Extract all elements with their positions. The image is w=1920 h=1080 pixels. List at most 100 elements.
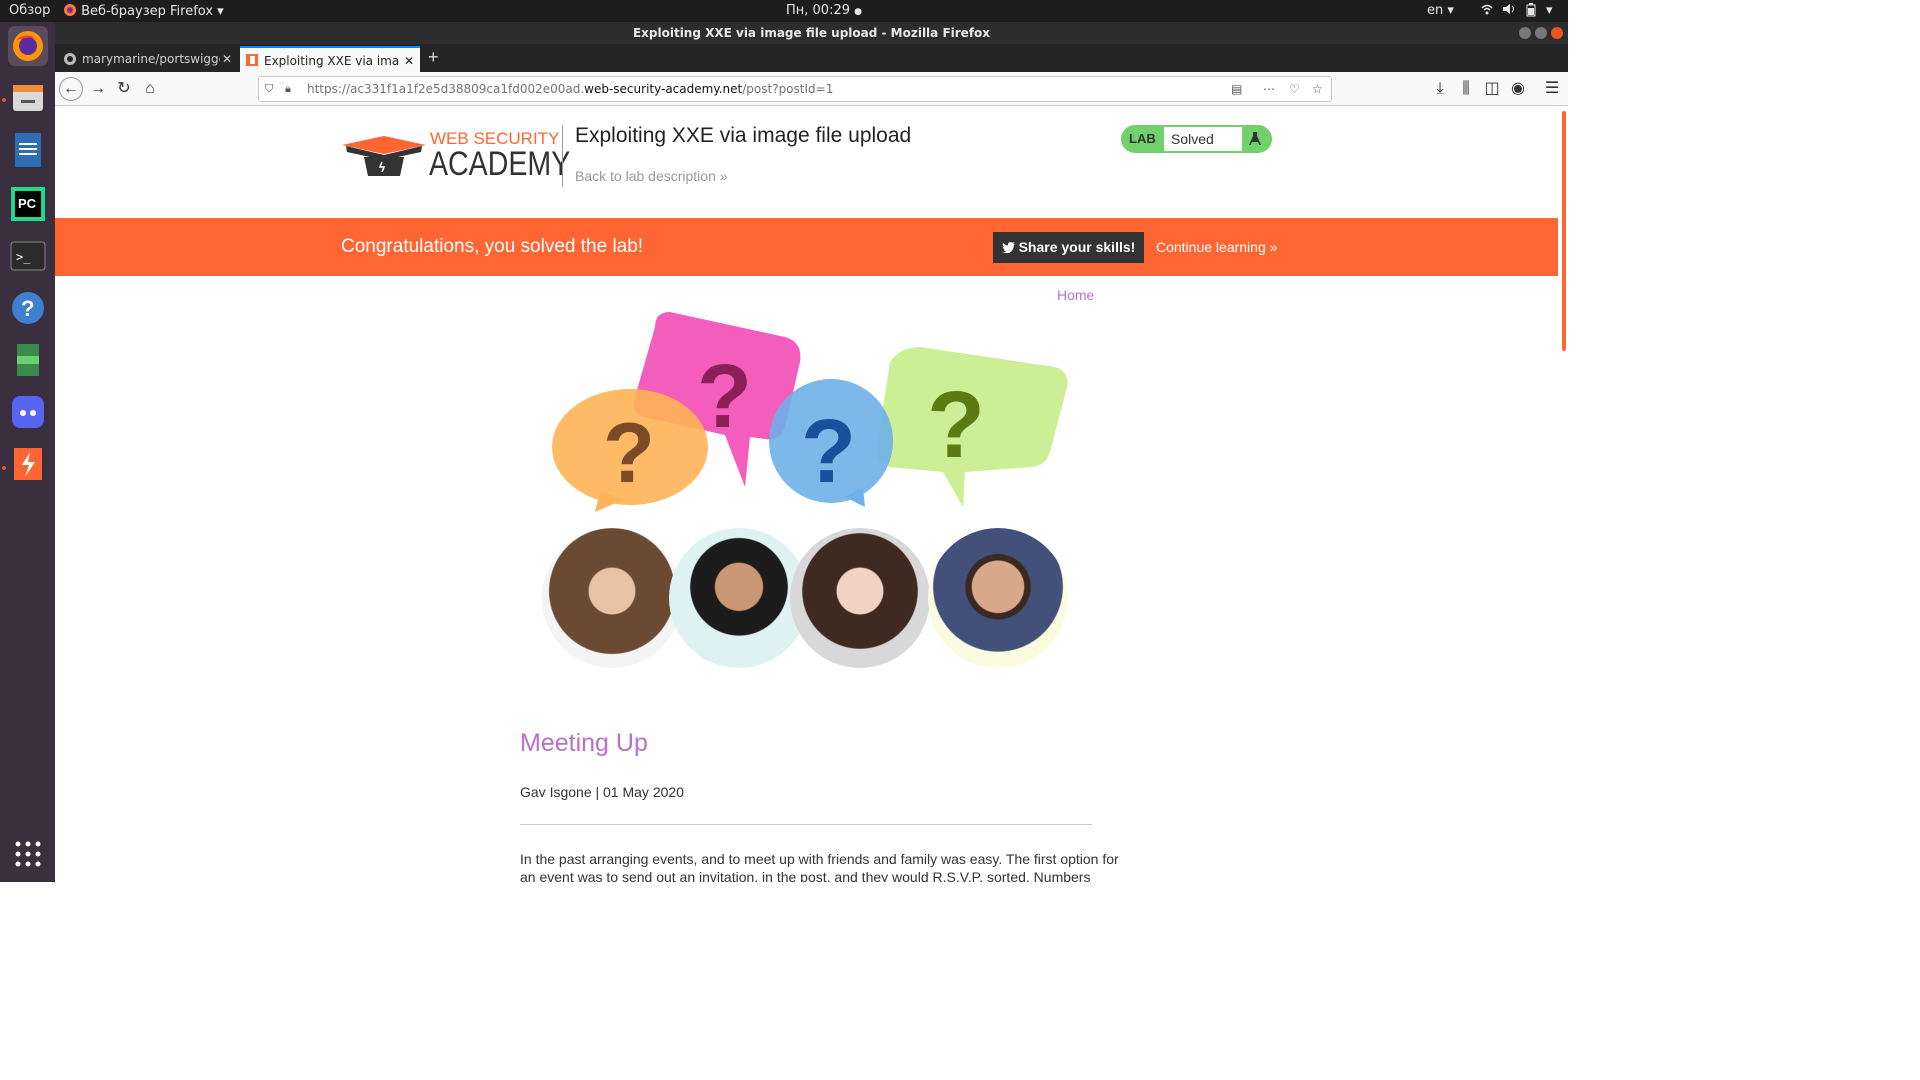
url-bar[interactable]: ⛉ 🔒︎ https://ac331f1a1f2e5d38809ca1fd002… bbox=[258, 76, 1332, 102]
continue-learning-link[interactable]: Continue learning » bbox=[1156, 239, 1277, 255]
post-divider bbox=[520, 824, 1092, 825]
svg-text:?: ? bbox=[603, 406, 655, 501]
page-actions-icon[interactable]: ⋯ bbox=[1263, 77, 1275, 101]
double-chevron-icon: » bbox=[1269, 239, 1278, 255]
downloads-icon[interactable]: ⤓ bbox=[1429, 78, 1451, 100]
back-to-lab-label: Back to lab description bbox=[575, 168, 716, 184]
close-window-button[interactable] bbox=[1551, 27, 1563, 39]
continue-learning-label: Continue learning bbox=[1156, 239, 1266, 255]
graduation-cap-icon bbox=[342, 136, 426, 176]
svg-text:?: ? bbox=[927, 372, 985, 478]
lab-status: Solved bbox=[1164, 127, 1242, 151]
double-chevron-icon: » bbox=[719, 168, 728, 184]
academy-header: WEB SECURITY ACADEMY Exploiting XXE via … bbox=[55, 107, 1558, 218]
language-indicator[interactable]: en ▾ bbox=[1427, 3, 1454, 18]
running-indicator bbox=[2, 98, 6, 102]
launcher-dock: PC >_ ? bbox=[0, 22, 55, 882]
writer-launcher-icon[interactable] bbox=[8, 130, 48, 170]
home-button[interactable]: ⌂ bbox=[139, 78, 161, 100]
sidebar-icon[interactable]: ◫ bbox=[1481, 78, 1503, 100]
share-skills-label: Share your skills! bbox=[1018, 239, 1136, 255]
home-link[interactable]: Home bbox=[1057, 287, 1094, 303]
burp-launcher-icon[interactable] bbox=[8, 444, 48, 484]
svg-text:>_: >_ bbox=[16, 250, 31, 264]
academy-logo[interactable]: WEB SECURITY ACADEMY bbox=[342, 127, 570, 183]
navigation-toolbar: ← → ↻ ⌂ ⛉ 🔒︎ https://ac331f1a1f2e5d38809… bbox=[55, 72, 1568, 106]
browser-window: Exploiting XXE via image file upload - M… bbox=[55, 22, 1568, 882]
url-path: /post?postId=1 bbox=[742, 82, 834, 96]
url-prefix: https://ac331f1a1f2e5d38809ca1fd002e00ad… bbox=[307, 82, 585, 96]
chevron-down-icon: ▾ bbox=[217, 4, 224, 19]
post-body-line-2: an event was to send out an invitation, … bbox=[520, 869, 1091, 882]
back-button[interactable]: ← bbox=[59, 77, 83, 101]
back-to-lab-link[interactable]: Back to lab description » bbox=[575, 168, 728, 184]
firefox-launcher-icon[interactable] bbox=[8, 26, 48, 66]
person-photo-1 bbox=[542, 528, 682, 668]
flask-icon bbox=[1249, 132, 1261, 145]
scrollbar-thumb[interactable] bbox=[1562, 111, 1566, 351]
activities-button[interactable]: Обзор bbox=[9, 3, 50, 18]
clock-text: Пн, 00:29 bbox=[786, 3, 851, 18]
show-apps-icon[interactable] bbox=[8, 834, 48, 874]
reload-button[interactable]: ↻ bbox=[113, 78, 135, 100]
post-hero-image: ? ? ? ? bbox=[542, 307, 1075, 687]
maximize-button[interactable] bbox=[1535, 27, 1547, 39]
window-titlebar: Exploiting XXE via image file upload - M… bbox=[55, 22, 1568, 44]
system-menu-icon[interactable]: ▾ bbox=[1546, 3, 1553, 18]
pycharm-launcher-icon[interactable]: PC bbox=[8, 184, 48, 224]
tab-label: Exploiting XXE via image file upload bbox=[264, 54, 400, 68]
new-tab-button[interactable]: + bbox=[428, 47, 439, 68]
svg-text:?: ? bbox=[801, 402, 856, 502]
running-indicator bbox=[2, 466, 6, 470]
congrats-message: Congratulations, you solved the lab! bbox=[341, 236, 644, 257]
post-author-date: Gav Isgone | 01 May 2020 bbox=[520, 784, 684, 800]
logo-bottom-text: ACADEMY bbox=[429, 145, 571, 183]
library-icon[interactable]: ⫼ bbox=[1455, 78, 1477, 100]
close-tab-icon[interactable]: ✕ bbox=[222, 46, 232, 72]
solved-banner: Congratulations, you solved the lab! Sha… bbox=[55, 218, 1558, 276]
header-divider bbox=[562, 125, 563, 187]
lab-title: Exploiting XXE via image file upload bbox=[575, 124, 912, 147]
github-icon bbox=[64, 53, 76, 65]
svg-text:PC: PC bbox=[18, 196, 37, 211]
tracking-shield-icon[interactable]: ⛉ bbox=[265, 77, 273, 101]
notes-launcher-icon[interactable] bbox=[8, 340, 48, 380]
firefox-small-icon bbox=[64, 4, 76, 16]
tab-github[interactable]: marymarine/portswigger ✕ bbox=[58, 46, 236, 72]
academy-favicon-icon bbox=[246, 54, 258, 66]
app-menu[interactable]: Веб-браузер Firefox ▾ bbox=[63, 3, 224, 19]
lock-icon[interactable]: 🔒︎ bbox=[285, 77, 291, 101]
os-top-bar: Обзор Веб-браузер Firefox ▾ Пн, 00:29 ● … bbox=[0, 0, 1568, 22]
language-label: en bbox=[1427, 3, 1444, 18]
reader-view-icon[interactable]: ▤ bbox=[1231, 77, 1242, 101]
minimize-button[interactable] bbox=[1519, 27, 1531, 39]
volume-icon[interactable] bbox=[1502, 3, 1516, 19]
page-content: WEB SECURITY ACADEMY Exploiting XXE via … bbox=[55, 107, 1568, 882]
wifi-icon[interactable] bbox=[1481, 3, 1493, 19]
post-title: Meeting Up bbox=[520, 729, 648, 757]
person-photo-4 bbox=[928, 528, 1068, 668]
pocket-icon[interactable]: ♡ bbox=[1289, 77, 1300, 101]
url-domain: web-security-academy.net bbox=[584, 82, 743, 96]
app-menu-label: Веб-браузер Firefox bbox=[81, 4, 214, 19]
share-skills-button[interactable]: Share your skills! bbox=[993, 232, 1144, 263]
post-body-line-1: In the past arranging events, and to mee… bbox=[520, 851, 1119, 867]
files-launcher-icon[interactable] bbox=[8, 78, 48, 118]
bookmark-star-icon[interactable]: ☆ bbox=[1312, 77, 1323, 101]
help-launcher-icon[interactable]: ? bbox=[8, 288, 48, 328]
tab-active[interactable]: Exploiting XXE via image file upload ✕ bbox=[240, 46, 420, 72]
tab-strip: marymarine/portswigger ✕ Exploiting XXE … bbox=[55, 44, 1568, 72]
svg-text:?: ? bbox=[21, 296, 34, 321]
close-tab-icon[interactable]: ✕ bbox=[404, 48, 414, 72]
menu-icon[interactable]: ☰ bbox=[1541, 78, 1563, 100]
account-icon[interactable]: ◉ bbox=[1507, 78, 1529, 100]
lab-badge: LAB bbox=[1129, 131, 1156, 146]
clock[interactable]: Пн, 00:29 ● bbox=[786, 3, 862, 18]
discord-launcher-icon[interactable] bbox=[8, 392, 48, 432]
chevron-down-icon: ▾ bbox=[1447, 3, 1454, 18]
battery-icon[interactable] bbox=[1526, 3, 1536, 21]
terminal-launcher-icon[interactable]: >_ bbox=[8, 236, 48, 276]
person-photo-2 bbox=[669, 528, 809, 668]
forward-button[interactable]: → bbox=[87, 78, 109, 100]
twitter-icon bbox=[1001, 242, 1015, 254]
